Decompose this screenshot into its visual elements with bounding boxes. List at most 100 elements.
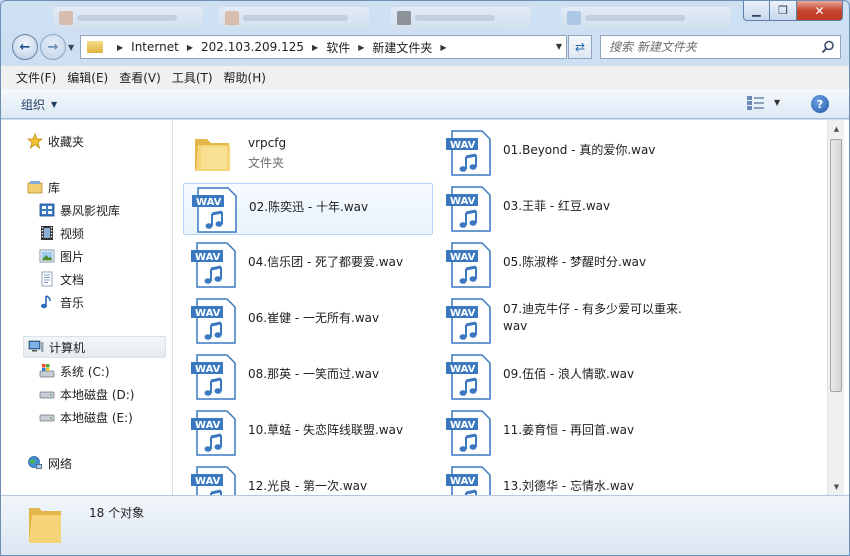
file-name: 10.草蜢 - 失恋阵线联盟.wav bbox=[248, 423, 404, 437]
file-name: 13.刘德华 - 忘情水.wav bbox=[503, 479, 635, 493]
tab-text-placeholder bbox=[415, 15, 495, 21]
document-icon bbox=[39, 271, 55, 287]
file-item[interactable]: WAV 10.草蜢 - 失恋阵线联盟.wav bbox=[183, 407, 433, 459]
menu-file[interactable]: 文件(F) bbox=[11, 69, 61, 86]
file-item[interactable]: WAV 11.姜育恒 - 再回首.wav bbox=[438, 407, 688, 459]
window-controls: ▁ ❐ ✕ bbox=[743, 1, 843, 21]
file-item[interactable]: WAV 03.王菲 - 红豆.wav bbox=[438, 183, 688, 235]
system-drive-icon bbox=[39, 363, 55, 379]
tab-favicon-icon bbox=[59, 11, 73, 25]
nav-library-pictures-label: 图片 bbox=[60, 249, 85, 264]
folder-item-vrpcfg[interactable]: vrpcfg 文件夹 bbox=[183, 127, 433, 179]
file-name: 04.信乐团 - 死了都要爱.wav bbox=[248, 255, 404, 269]
search-icon[interactable] bbox=[821, 40, 835, 54]
tab-text-placeholder bbox=[77, 15, 177, 21]
view-options-dropdown[interactable]: ▼ bbox=[774, 98, 780, 107]
file-item[interactable]: WAV 07.迪克牛仔 - 有多少爱可以重来. wav bbox=[438, 295, 688, 347]
chevron-right-icon[interactable]: ▶ bbox=[312, 43, 318, 52]
file-item[interactable]: WAV 09.伍佰 - 浪人情歌.wav bbox=[438, 351, 688, 403]
refresh-icon: ⇄ bbox=[574, 40, 586, 54]
nav-libraries[interactable]: 库 bbox=[27, 176, 60, 198]
tab-text-placeholder bbox=[585, 15, 685, 21]
scroll-up-button[interactable]: ▲ bbox=[828, 120, 845, 137]
wav-file-icon: WAV bbox=[446, 130, 491, 176]
chevron-right-icon[interactable]: ▶ bbox=[187, 43, 193, 52]
address-history-dropdown[interactable]: ▼ bbox=[556, 42, 562, 51]
search-input[interactable] bbox=[609, 36, 819, 58]
wav-file-icon: WAV bbox=[446, 466, 491, 495]
file-item[interactable]: WAV 12.光良 - 第一次.wav bbox=[183, 463, 433, 495]
menu-view[interactable]: 查看(V) bbox=[114, 69, 166, 86]
scrollbar-thumb[interactable] bbox=[830, 139, 842, 392]
close-button[interactable]: ✕ bbox=[797, 1, 843, 21]
nav-drive-e[interactable]: 本地磁盘 (E:) bbox=[39, 406, 133, 428]
breadcrumb-server[interactable]: 202.103.209.125 bbox=[201, 40, 304, 54]
menu-tools[interactable]: 工具(T) bbox=[167, 69, 218, 86]
explorer-window: ▁ ❐ ✕ ← → ▼ ▶ Internet ▶ 202.103.209.125… bbox=[0, 0, 850, 556]
file-item[interactable]: WAV 13.刘德华 - 忘情水.wav bbox=[438, 463, 688, 495]
breadcrumb-internet[interactable]: Internet bbox=[131, 40, 179, 54]
triangle-down-icon: ▼ bbox=[833, 482, 840, 491]
wav-badge-text: WAV bbox=[195, 308, 221, 319]
nav-library-music[interactable]: 音乐 bbox=[39, 291, 84, 313]
address-bar[interactable]: ▶ Internet ▶ 202.103.209.125 ▶ 软件 ▶ 新建文件… bbox=[80, 35, 567, 59]
nav-favorites[interactable]: 收藏夹 bbox=[27, 130, 84, 152]
nav-network[interactable]: 网络 bbox=[27, 452, 72, 474]
chevron-right-icon[interactable]: ▶ bbox=[440, 43, 446, 52]
nav-library-videos[interactable]: 视频 bbox=[39, 222, 84, 244]
folder-type: 文件夹 bbox=[248, 156, 285, 170]
chevron-right-icon[interactable]: ▶ bbox=[117, 43, 123, 52]
vertical-scrollbar[interactable]: ▲ ▼ bbox=[827, 120, 844, 495]
file-name: 09.伍佰 - 浪人情歌.wav bbox=[503, 367, 635, 381]
command-bar: 组织 ▼ ▼ ? bbox=[1, 89, 849, 119]
file-item[interactable]: WAV 01.Beyond - 真的爱你.wav bbox=[438, 127, 688, 179]
file-name: 06.崔健 - 一无所有.wav bbox=[248, 311, 380, 325]
wav-file-icon: WAV bbox=[446, 410, 491, 456]
refresh-button[interactable]: ⇄ bbox=[568, 35, 592, 59]
wav-badge-text: WAV bbox=[450, 252, 476, 263]
wav-file-icon: WAV bbox=[446, 298, 491, 344]
file-item[interactable]: WAV 05.陈淑桦 - 梦醒时分.wav bbox=[438, 239, 688, 291]
file-item[interactable]: WAV 08.那英 - 一笑而过.wav bbox=[183, 351, 433, 403]
back-button[interactable]: ← bbox=[12, 34, 38, 60]
details-pane: 18 个对象 bbox=[1, 495, 849, 555]
file-item[interactable]: WAV 04.信乐团 - 死了都要爱.wav bbox=[183, 239, 433, 291]
file-name: 08.那英 - 一笑而过.wav bbox=[248, 367, 380, 381]
file-item[interactable]: WAV 06.崔健 - 一无所有.wav bbox=[183, 295, 433, 347]
nav-drive-c[interactable]: 系统 (C:) bbox=[39, 360, 110, 382]
menu-edit[interactable]: 编辑(E) bbox=[62, 69, 113, 86]
menu-help[interactable]: 帮助(H) bbox=[219, 69, 271, 86]
nav-library-baofeng[interactable]: 暴风影视库 bbox=[39, 199, 120, 221]
wav-file-icon: WAV bbox=[191, 354, 236, 400]
wav-badge-text: WAV bbox=[450, 140, 476, 151]
background-tab bbox=[219, 7, 369, 29]
folder-icon bbox=[29, 508, 61, 543]
nav-drive-d[interactable]: 本地磁盘 (D:) bbox=[39, 383, 134, 405]
nav-computer-label: 计算机 bbox=[49, 340, 86, 355]
nav-library-documents[interactable]: 文档 bbox=[39, 268, 84, 290]
wav-badge-text: WAV bbox=[450, 308, 476, 319]
minimize-button[interactable]: ▁ bbox=[743, 1, 770, 21]
nav-computer[interactable]: 计算机 bbox=[23, 336, 166, 358]
breadcrumb-software[interactable]: 软件 bbox=[326, 39, 350, 56]
maximize-button[interactable]: ❐ bbox=[770, 1, 797, 21]
chevron-right-icon[interactable]: ▶ bbox=[358, 43, 364, 52]
file-item-selected[interactable]: WAV 02.陈奕迅 - 十年.wav bbox=[183, 183, 433, 235]
help-button[interactable]: ? bbox=[811, 95, 829, 113]
tab-favicon-icon bbox=[397, 11, 411, 25]
forward-button[interactable]: → bbox=[40, 34, 66, 60]
breadcrumb: ▶ Internet ▶ 202.103.209.125 ▶ 软件 ▶ 新建文件… bbox=[109, 39, 455, 56]
tab-text-placeholder bbox=[243, 15, 348, 21]
scroll-down-button[interactable]: ▼ bbox=[828, 478, 845, 495]
background-tab-strip bbox=[1, 1, 741, 29]
nav-library-music-label: 音乐 bbox=[60, 295, 85, 310]
breadcrumb-new-folder[interactable]: 新建文件夹 bbox=[372, 39, 432, 56]
organize-button[interactable]: 组织 ▼ bbox=[21, 96, 57, 113]
folder-icon bbox=[195, 139, 230, 171]
nav-library-videos-label: 视频 bbox=[60, 226, 85, 241]
view-options-icon[interactable] bbox=[747, 96, 765, 110]
background-tab bbox=[561, 7, 731, 29]
nav-library-pictures[interactable]: 图片 bbox=[39, 245, 84, 267]
arrow-right-icon: → bbox=[47, 39, 59, 55]
recent-pages-dropdown[interactable]: ▼ bbox=[68, 43, 74, 52]
